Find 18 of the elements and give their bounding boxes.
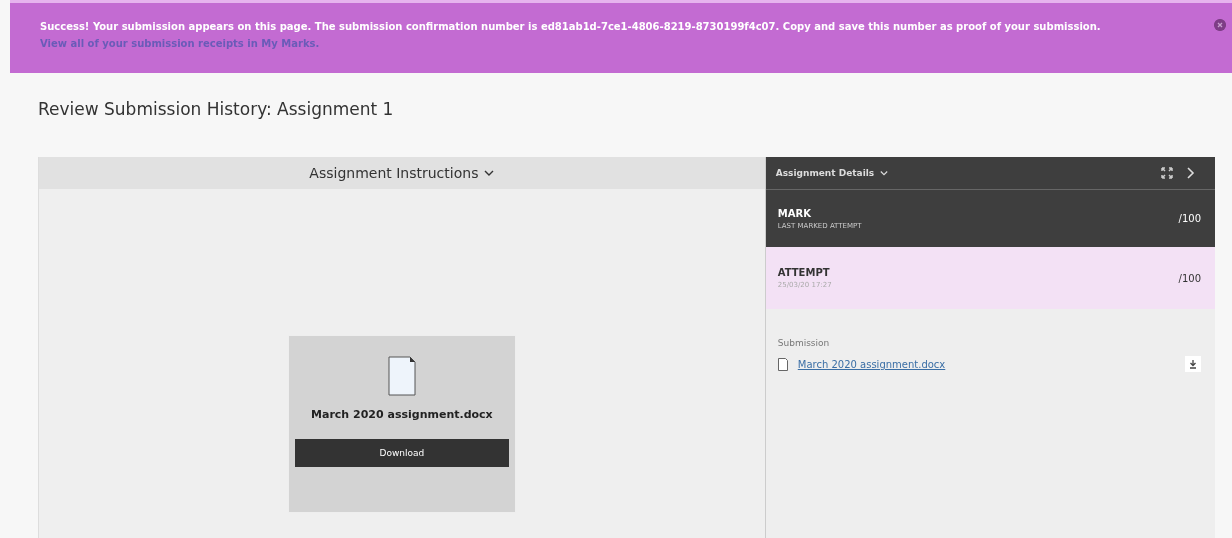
submission-label: Submission [777, 338, 830, 348]
expand-icon[interactable] [1161, 167, 1173, 179]
score: /100 [1178, 213, 1201, 224]
row-label: ATTEMPT [777, 267, 831, 278]
success-message: Success! Your submission appears on this page. The submission confirmation number is ed81ab1d-7ce1-4806-8219-8730199f4c07. Copy and save this number as proof of your submission. View all of your submission receipts in My Marks. [40, 20, 1102, 51]
document-icon [387, 356, 416, 396]
file-name: March 2020 assignment.docx [311, 408, 493, 421]
page-title: Review Submission History: Assignment 1 [38, 99, 395, 119]
chevron-right-icon[interactable] [1187, 167, 1195, 179]
download-button[interactable]: Download [294, 439, 509, 467]
row-label: MARK [777, 207, 812, 219]
submission-file-link[interactable]: March 2020 assignment.docx [797, 358, 1175, 370]
document-icon [777, 357, 788, 371]
details-toggle[interactable]: Assignment Details [775, 168, 1161, 178]
download-icon[interactable] [1185, 356, 1201, 372]
instructions-toggle[interactable]: Assignment Instructions [39, 157, 765, 189]
score: /100 [1178, 272, 1201, 284]
close-icon[interactable] [1214, 19, 1226, 31]
